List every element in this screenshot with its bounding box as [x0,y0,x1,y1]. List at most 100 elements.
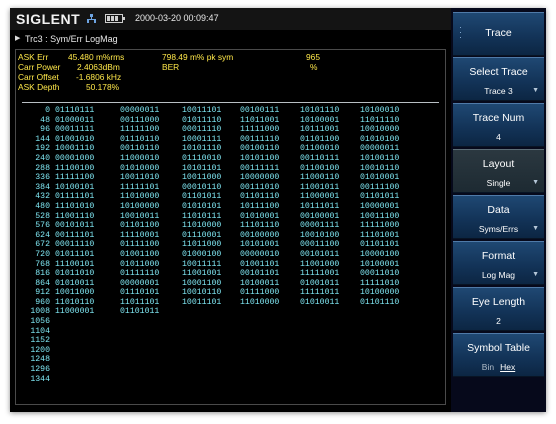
symbol-byte: 10011000 [55,288,95,298]
symbol-byte: 00011110 [55,240,95,250]
symbol-index: 432 [35,192,50,202]
symbol-byte: 10000000 [240,173,280,183]
symbol-byte: 00100000 [240,230,280,240]
symbol-index: 1152 [30,336,50,346]
symbol-byte: 01110110 [120,134,160,144]
symbol-index: 192 [35,144,50,154]
symbol-byte: 10001100 [182,278,222,288]
peak-sym-index: 965 [306,52,320,62]
format-button[interactable]: Format Log Mag ▼ [453,241,544,285]
carr-offset-label: Carr Offset [18,72,59,82]
trace-num-label: Trace Num [472,112,525,124]
symbol-byte: 11011101 [120,297,160,307]
symbol-byte: 00101011 [300,249,340,259]
analyzer-screen: SIGLENT 2000-03-20 00:09:47 ▶ Trc3 : Sym… [10,8,546,412]
symbol-byte: 11011110 [360,115,400,125]
symbol-byte: 11111000 [360,221,400,231]
symbol-byte: 10010100 [300,230,340,240]
symbol-byte: 10101001 [240,240,280,250]
symbol-table-button[interactable]: Symbol Table Bin Hex [453,333,544,377]
divider [22,102,439,103]
data-value: Syms/Errs [478,224,519,234]
symbol-byte: 10111001 [300,125,340,135]
ask-depth-value: 50.178% [86,82,120,92]
symbol-byte: 00011010 [360,269,400,279]
symbol-byte: 11011000 [182,240,222,250]
symbol-byte: 01101011 [120,307,160,317]
usb-icon [87,14,96,23]
status-bar: SIGLENT 2000-03-20 00:09:47 [10,8,451,30]
data-label: Data [487,204,510,216]
symbol-byte: 00000001 [120,278,160,288]
symbol-index: 1056 [30,317,50,327]
peak-sym-text: 798.49 m% pk sym [162,52,234,62]
symbol-byte: 11010000 [120,192,160,202]
symbol-table-panel: ASK Err Carr Power Carr Offset ASK Depth… [15,49,446,405]
select-trace-button[interactable]: Select Trace Trace 3 ▼ [453,57,544,101]
symbol-byte: 11001001 [182,269,222,279]
symbol-byte: 00101011 [55,221,95,231]
symbol-index: 1008 [30,307,50,317]
symbol-byte: 10000100 [360,249,400,259]
symbol-index: 720 [35,249,50,259]
data-button[interactable]: Data Syms/Errs ▼ [453,195,544,239]
symbol-byte: 11111100 [120,125,160,135]
symbol-byte: 00100001 [300,211,340,221]
layout-value: Single [486,178,511,188]
symbol-byte: 01010001 [360,173,400,183]
symbol-index: 1104 [30,326,50,336]
symbol-byte: 11110001 [120,230,160,240]
symbol-byte: 10101110 [300,106,340,115]
symbol-index: 528 [35,211,50,221]
symbol-byte: 00111010 [240,182,280,192]
symbol-byte: 01101110 [360,297,400,307]
bin-option[interactable]: Bin [482,362,494,372]
symbol-byte: 00011100 [300,240,340,250]
dropdown-arrow-icon: ▼ [532,271,539,278]
symbol-index: 384 [35,182,50,192]
symbol-byte: 11000010 [120,153,160,163]
trace-num-button[interactable]: Trace Num 4 [453,103,544,147]
symbol-byte: 00111110 [240,134,280,144]
hex-option[interactable]: Hex [500,362,515,372]
symbol-index: 1296 [30,365,50,375]
trace-info-bar[interactable]: ▶ Trc3 : Sym/Err LogMag [10,33,451,47]
symbol-byte: 11010000 [182,221,222,231]
symbol-index: 480 [35,201,50,211]
symbol-byte: 01010100 [360,134,400,144]
symbol-byte: 10100011 [240,278,280,288]
layout-button[interactable]: Layout Single ▼ [453,149,544,193]
symbol-index: 48 [40,115,50,125]
symbol-byte: 01110101 [120,288,160,298]
eye-length-button[interactable]: Eye Length 2 [453,287,544,331]
symbol-byte: 00001000 [55,153,95,163]
symbol-index: 624 [35,230,50,240]
symbol-byte: 11000001 [55,307,95,317]
symbol-index: 144 [35,134,50,144]
symbol-byte: 01101100 [300,134,340,144]
symbol-byte: 01000011 [55,115,95,125]
symbol-byte: 00110110 [120,144,160,154]
menu-title: · · · Trace [453,12,544,56]
symbol-index: 0 [45,106,50,115]
symbol-index: 336 [35,173,50,183]
symbol-table-label: Symbol Table [467,342,530,354]
symbol-byte: 01001101 [240,259,280,269]
symbol-byte: 10100001 [360,259,400,269]
symbol-byte: 00000011 [360,144,400,154]
symbol-byte: 00011111 [55,125,95,135]
symbol-byte: 11111010 [360,278,400,288]
symbol-byte: 00011110 [182,125,222,135]
symbol-index: 1200 [30,345,50,355]
symbol-byte: 11001110 [55,211,95,221]
ask-depth-label: ASK Depth [18,82,60,92]
symbol-byte: 10100000 [360,288,400,298]
symbol-byte: 01101110 [240,192,280,202]
symbol-byte: 00100110 [240,144,280,154]
symbol-byte: 01001010 [55,134,95,144]
symbol-byte: 11101010 [55,201,95,211]
symbol-byte: 01001100 [120,249,160,259]
symbol-byte: 01110111 [55,106,95,115]
symbol-byte: 11100101 [55,259,95,269]
expand-arrow-icon[interactable]: ▶ [15,34,20,42]
